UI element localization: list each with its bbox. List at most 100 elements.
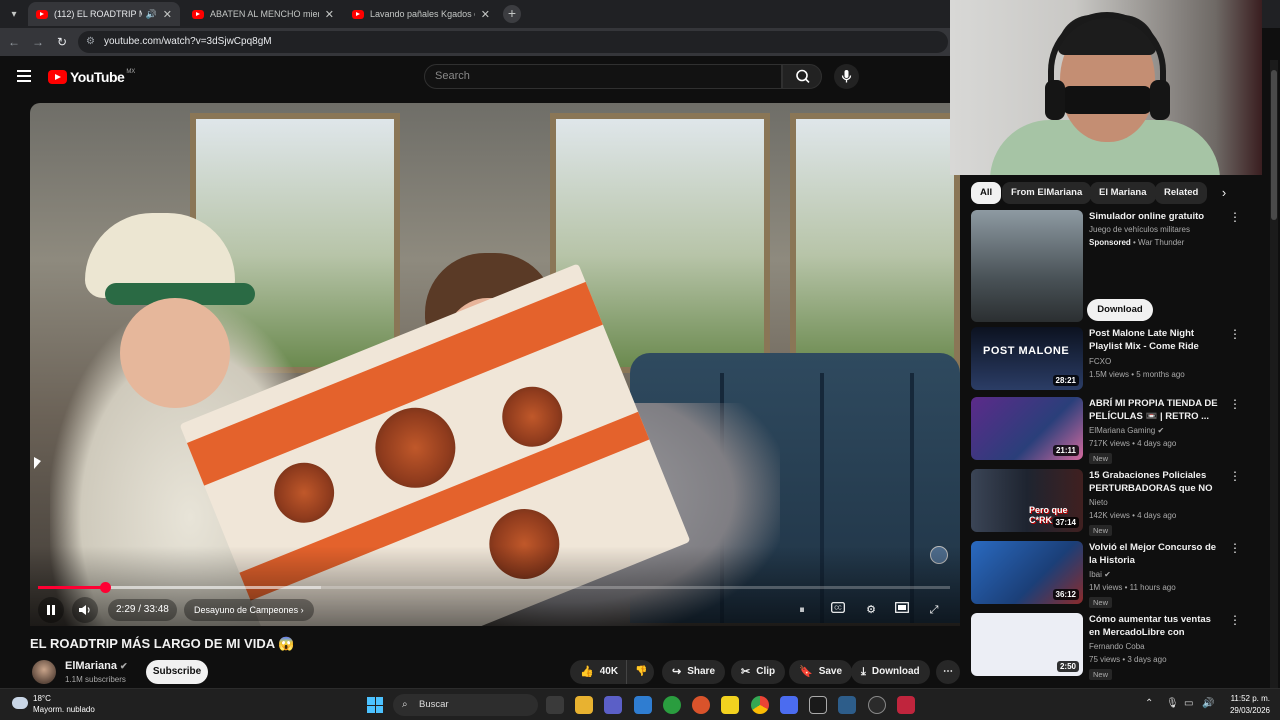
channel-name[interactable]: ElMariana ✔ bbox=[65, 660, 128, 672]
search-input[interactable]: Search bbox=[424, 64, 782, 89]
subscribe-button[interactable]: Subscribe bbox=[146, 660, 208, 684]
recommendation-channel[interactable]: Fernando Coba bbox=[1089, 642, 1145, 651]
app-icon[interactable] bbox=[868, 696, 886, 714]
more-vertical-icon[interactable]: ⋮ bbox=[1229, 328, 1241, 343]
app-icon[interactable] bbox=[721, 696, 739, 714]
weather-temperature[interactable]: 18°C bbox=[33, 694, 51, 703]
chip-el-mariana[interactable]: El Mariana bbox=[1090, 182, 1156, 204]
page-scrollbar[interactable] bbox=[1270, 60, 1278, 688]
browser-tab-1[interactable]: (112) EL ROADTRIP MÁS LA 🔊 ✕ bbox=[28, 2, 180, 26]
chip-from-elmariana[interactable]: From ElMariana bbox=[1002, 182, 1092, 204]
chrome-icon[interactable] bbox=[751, 696, 769, 714]
video-thumbnail[interactable]: 2:50 bbox=[971, 613, 1083, 676]
subtitles-icon[interactable]: CC bbox=[827, 599, 849, 621]
site-info-icon[interactable]: ⚙ bbox=[86, 31, 95, 53]
tray-chevron-icon[interactable]: ⌃ bbox=[1145, 698, 1153, 709]
dislike-button[interactable]: 👎 bbox=[627, 660, 655, 684]
scrollbar-thumb[interactable] bbox=[1271, 70, 1277, 220]
browser-tab-2[interactable]: ABATEN AL MENCHO mientras ✕ bbox=[184, 2, 342, 26]
taskbar-date[interactable]: 29/03/2026 bbox=[1222, 706, 1270, 715]
recommendation-item[interactable]: 36:12 Volvió el Mejor Concurso de la His… bbox=[971, 541, 1251, 608]
search-button[interactable] bbox=[782, 64, 822, 89]
more-vertical-icon[interactable]: ⋮ bbox=[1229, 398, 1241, 413]
back-icon[interactable]: ← bbox=[6, 34, 22, 50]
more-actions-button[interactable]: ⋯ bbox=[936, 660, 960, 684]
save-button[interactable]: 🔖 Save bbox=[789, 660, 853, 684]
forward-icon[interactable]: → bbox=[30, 34, 46, 50]
microphone-tray-icon[interactable]: 🎙 bbox=[1166, 698, 1179, 709]
weather-description[interactable]: Mayorm. nublado bbox=[33, 705, 95, 714]
tab-search-chevron-icon[interactable]: ▾ bbox=[4, 4, 24, 24]
recommendation-title[interactable]: ABRÍ MI PROPIA TIENDA DE PELÍCULAS 📼 | R… bbox=[1089, 397, 1219, 423]
pause-button[interactable] bbox=[38, 597, 64, 623]
video-player[interactable]: 2:29 / 33:48 Desayuno de Campeones › ⏸ C… bbox=[30, 103, 960, 626]
recommendation-channel[interactable]: ElMariana Gaming ✔ bbox=[1089, 426, 1164, 435]
epic-games-icon[interactable] bbox=[546, 696, 564, 714]
video-thumbnail[interactable]: Pero que C*RK 37:14 bbox=[971, 469, 1083, 532]
video-thumbnail[interactable]: POST MALONE 28:21 bbox=[971, 327, 1083, 390]
youtube-logo[interactable]: YouTube MX bbox=[48, 69, 135, 85]
new-tab-button[interactable]: + bbox=[503, 5, 521, 23]
chip-all[interactable]: All bbox=[971, 182, 1002, 204]
clip-button[interactable]: ✂ Clip bbox=[731, 660, 786, 684]
ad-download-button[interactable]: Download bbox=[1087, 299, 1153, 321]
settings-gear-icon[interactable]: ⚙ bbox=[860, 599, 882, 621]
recommendation-item[interactable]: Pero que C*RK 37:14 15 Grabaciones Polic… bbox=[971, 469, 1251, 536]
network-icon[interactable]: ▭ bbox=[1184, 698, 1193, 709]
tab-close-icon[interactable]: ✕ bbox=[481, 8, 490, 21]
windows-start-icon[interactable] bbox=[367, 697, 383, 713]
recommendation-title[interactable]: Post Malone Late Night Playlist Mix - Co… bbox=[1089, 327, 1219, 353]
recommendation-item[interactable]: 21:11 ABRÍ MI PROPIA TIENDA DE PELÍCULAS… bbox=[971, 397, 1251, 464]
app-icon[interactable] bbox=[897, 696, 915, 714]
video-thumbnail[interactable]: 21:11 bbox=[971, 397, 1083, 460]
app-icon[interactable] bbox=[692, 696, 710, 714]
recommendation-channel[interactable]: Nieto bbox=[1089, 498, 1108, 507]
tab-audio-icon[interactable]: 🔊 bbox=[146, 9, 157, 20]
more-vertical-icon[interactable]: ⋮ bbox=[1229, 542, 1241, 557]
recommendation-item[interactable]: 2:50 Cómo aumentar tus ventas en Mercado… bbox=[971, 613, 1251, 680]
menu-icon[interactable] bbox=[17, 70, 31, 82]
app-icon[interactable] bbox=[838, 696, 856, 714]
address-bar[interactable]: ⚙ youtube.com/watch?v=3dSjwCpq8gM bbox=[78, 31, 948, 53]
xbox-icon[interactable] bbox=[663, 696, 681, 714]
recommendation-item[interactable]: POST MALONE 28:21 Post Malone Late Night… bbox=[971, 327, 1251, 390]
more-vertical-icon[interactable]: ⋮ bbox=[1229, 614, 1241, 629]
app-icon[interactable] bbox=[809, 696, 827, 714]
ad-title[interactable]: Simulador online gratuito bbox=[1089, 210, 1219, 223]
more-vertical-icon[interactable]: ⋮ bbox=[1229, 470, 1241, 485]
ad-thumbnail[interactable] bbox=[971, 210, 1083, 322]
progress-scrubber[interactable] bbox=[100, 582, 112, 593]
recommendation-title[interactable]: 15 Grabaciones Policiales PERTURBADORAS … bbox=[1089, 469, 1219, 495]
tab-close-icon[interactable]: ✕ bbox=[325, 8, 334, 21]
volume-button[interactable] bbox=[72, 597, 98, 623]
taskbar-search[interactable]: ⌕ Buscar bbox=[393, 694, 538, 716]
teams-icon[interactable] bbox=[604, 696, 622, 714]
chip-related[interactable]: Related bbox=[1155, 182, 1208, 204]
reload-icon[interactable]: ↻ bbox=[54, 34, 70, 50]
speaker-icon[interactable]: 🔊 bbox=[1202, 698, 1214, 709]
file-explorer-icon[interactable] bbox=[575, 696, 593, 714]
browser-tab-3[interactable]: Lavando pañales Kgados en La ✕ bbox=[344, 2, 498, 26]
chevron-right-icon[interactable]: › bbox=[1214, 183, 1234, 203]
recommendation-channel[interactable]: FCXO bbox=[1089, 357, 1111, 366]
ad-item[interactable]: Simulador online gratuito Juego de vehíc… bbox=[971, 210, 1251, 322]
video-thumbnail[interactable]: 36:12 bbox=[971, 541, 1083, 604]
autoplay-toggle-icon[interactable]: ⏸ bbox=[791, 599, 813, 621]
chapter-button[interactable]: Desayuno de Campeones › bbox=[184, 599, 314, 621]
recommendation-title[interactable]: Cómo aumentar tus ventas en MercadoLibre… bbox=[1089, 613, 1219, 639]
like-button[interactable]: 👍 40K bbox=[570, 660, 628, 684]
download-button[interactable]: ⤓ Download bbox=[851, 660, 930, 684]
taskbar-time[interactable]: 11:52 p. m. bbox=[1222, 694, 1270, 703]
fullscreen-icon[interactable]: ⤢ bbox=[923, 599, 945, 621]
share-button[interactable]: ↪ Share bbox=[662, 660, 726, 684]
channel-avatar[interactable] bbox=[32, 660, 56, 684]
tab-close-icon[interactable]: ✕ bbox=[163, 8, 172, 21]
recommendation-title[interactable]: Volvió el Mejor Concurso de la Historia bbox=[1089, 541, 1219, 567]
weather-cloud-icon[interactable] bbox=[12, 697, 28, 709]
app-icon[interactable] bbox=[780, 696, 798, 714]
more-vertical-icon[interactable]: ⋮ bbox=[1229, 211, 1241, 226]
recommendation-channel[interactable]: Ibai ✔ bbox=[1089, 570, 1111, 579]
miniplayer-icon[interactable] bbox=[891, 599, 913, 621]
photos-icon[interactable] bbox=[634, 696, 652, 714]
progress-bar[interactable] bbox=[38, 582, 950, 593]
